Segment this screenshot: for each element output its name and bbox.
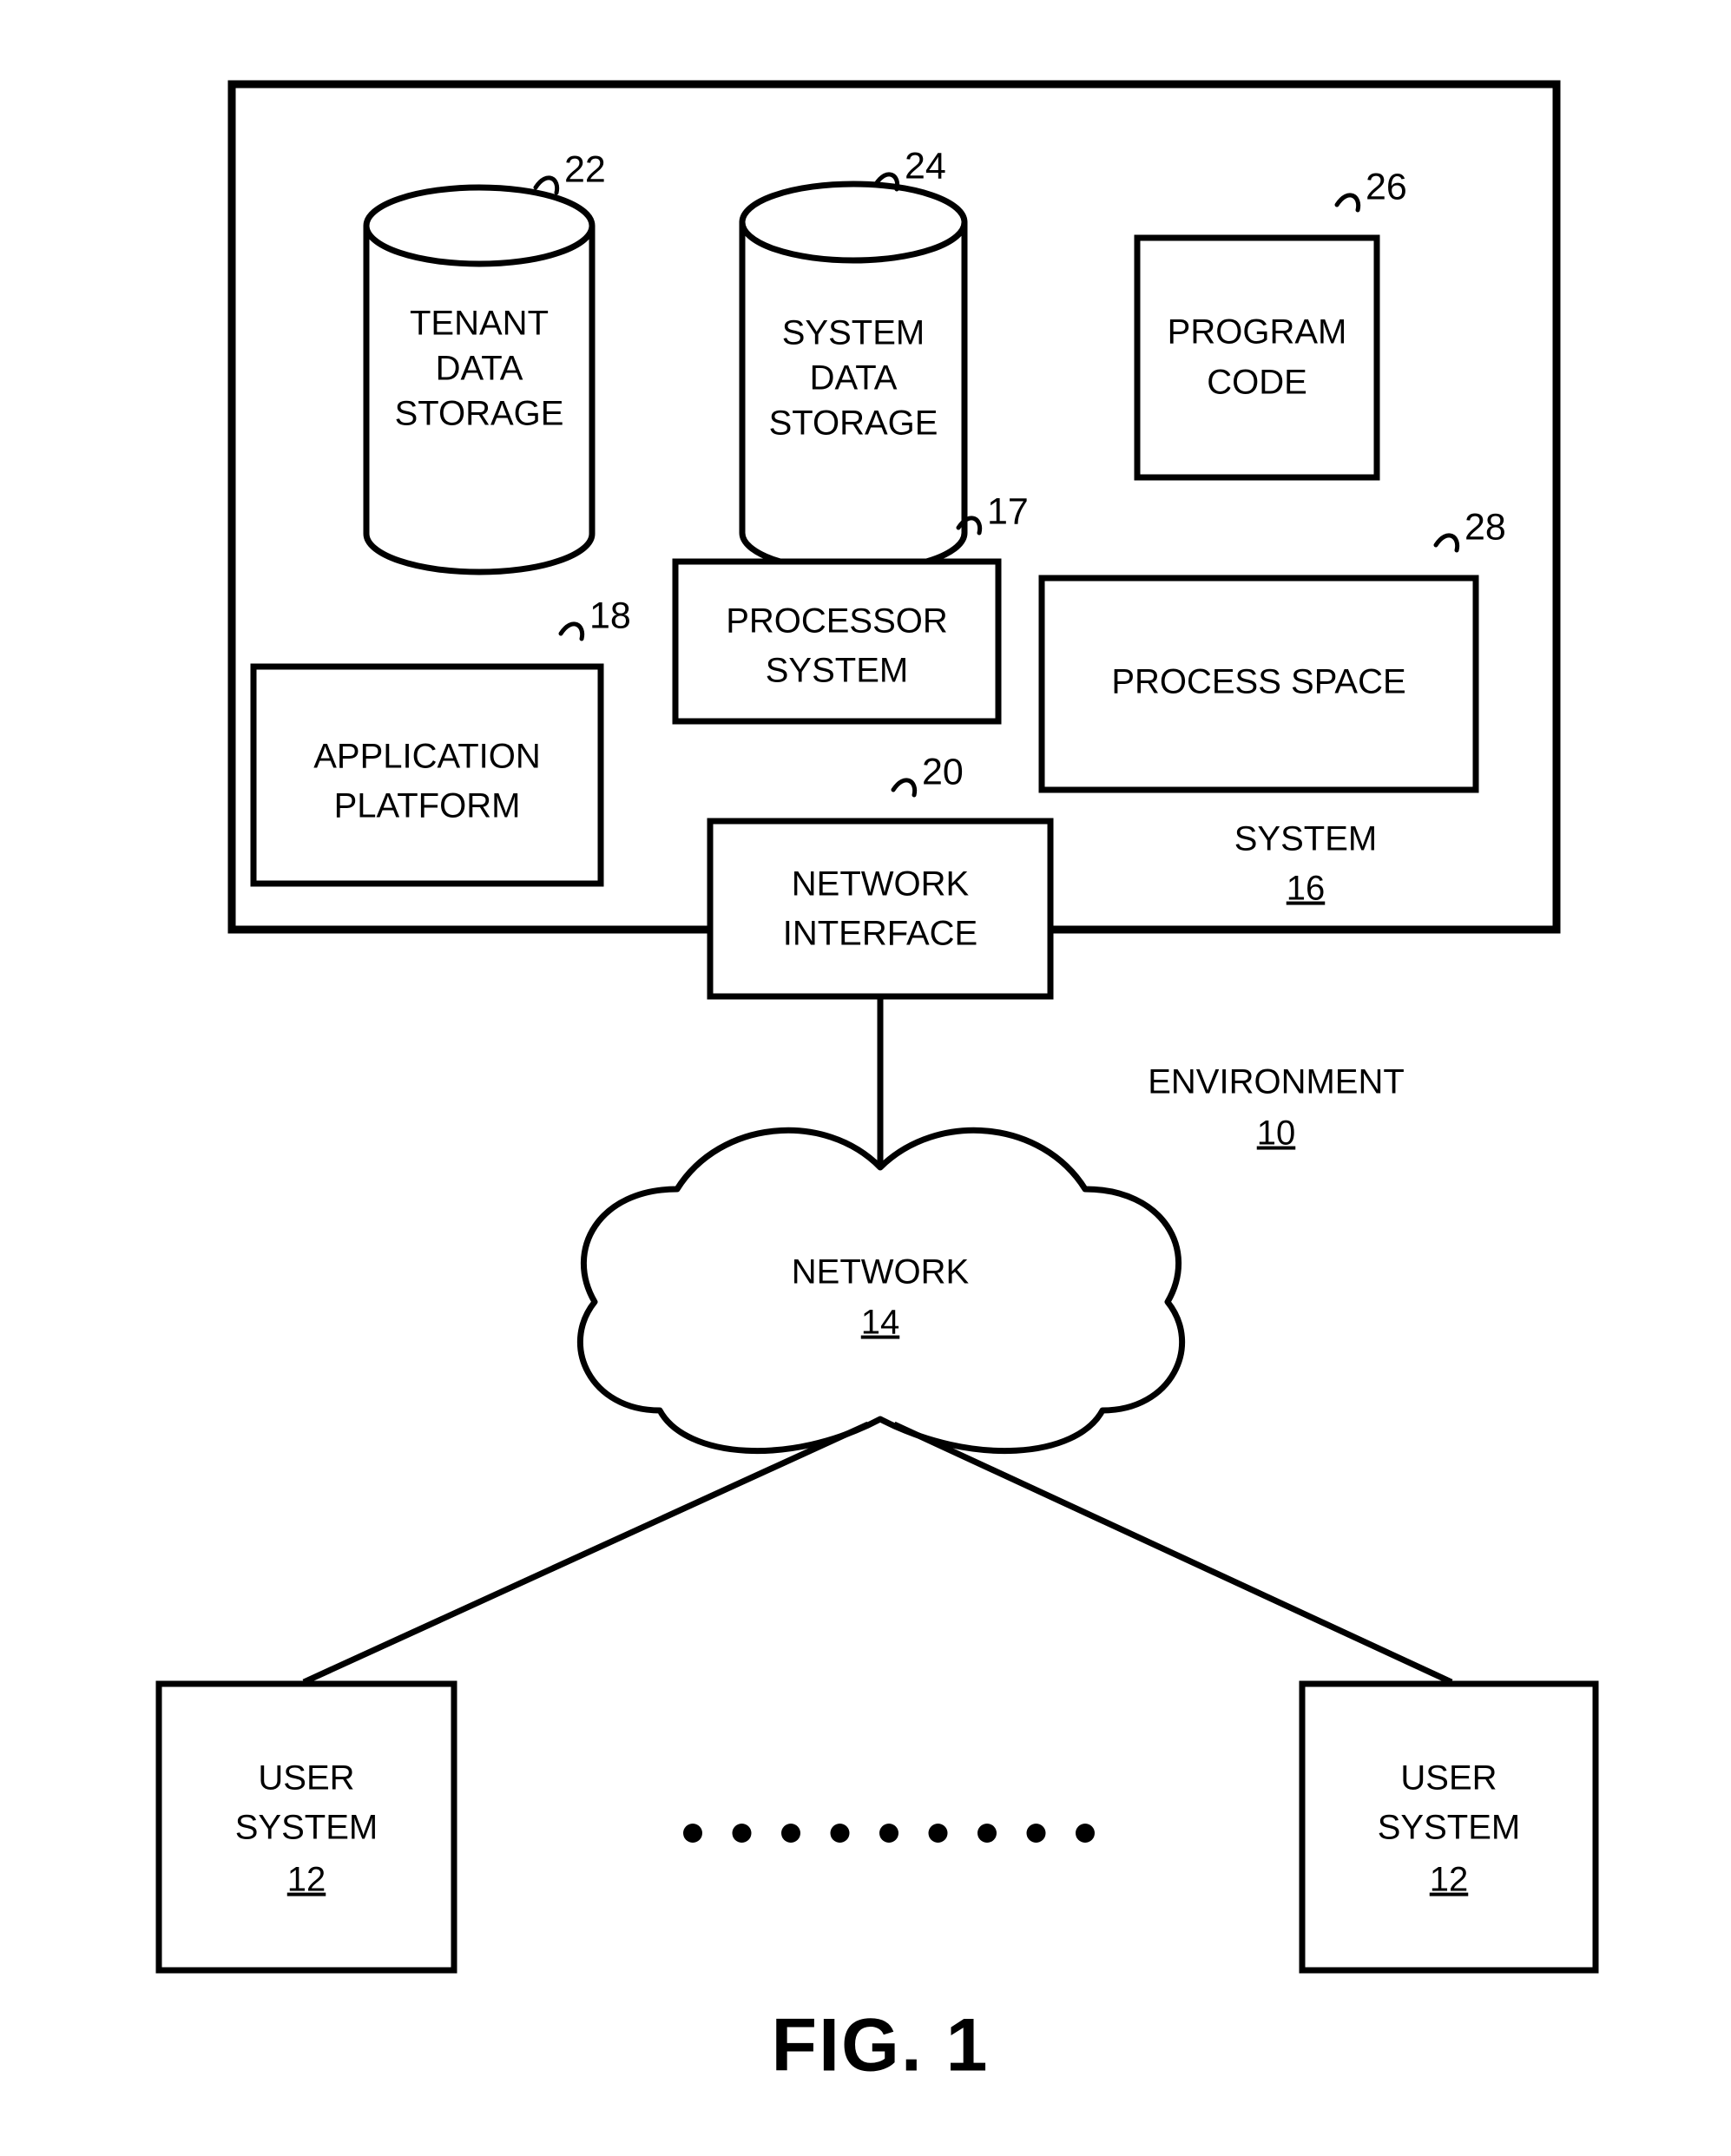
network-cloud-ref: 14 xyxy=(861,1304,900,1342)
application-platform-ref: 18 xyxy=(589,595,631,636)
ellipsis-dot xyxy=(879,1824,898,1843)
user-system-left-ref: 12 xyxy=(287,1861,326,1899)
ellipsis-dot xyxy=(781,1824,800,1843)
ellipsis-dot xyxy=(1026,1824,1046,1843)
tenant-data-storage-label-line3: STORAGE xyxy=(395,395,564,433)
process-space-ref: 28 xyxy=(1464,506,1506,548)
patent-figure-1: 22 TENANT DATA STORAGE 24 SYSTEM DATA ST… xyxy=(0,0,1731,2156)
user-system-right-node: USER SYSTEM 12 xyxy=(1299,1680,1599,1974)
program-code-label-line1: PROGRAM xyxy=(1168,313,1347,352)
tenant-data-storage-label-line2: DATA xyxy=(436,350,523,388)
program-code-ref: 26 xyxy=(1366,166,1407,207)
program-code-label-line2: CODE xyxy=(1207,364,1307,402)
user-system-left-label-line2: SYSTEM xyxy=(235,1809,378,1847)
environment-ref: 10 xyxy=(1257,1114,1296,1153)
system-data-storage-label-line3: STORAGE xyxy=(769,404,938,443)
system-data-storage-node: 24 SYSTEM DATA STORAGE xyxy=(739,145,968,575)
ellipsis-dot xyxy=(928,1824,948,1843)
system-data-storage-ref: 24 xyxy=(905,145,946,187)
ellipsis-dot xyxy=(977,1824,997,1843)
tenant-data-storage-cylinder-top xyxy=(363,184,596,267)
user-system-right-label-line2: SYSTEM xyxy=(1378,1809,1520,1847)
process-space-label-line1: PROCESS SPACE xyxy=(1111,663,1405,701)
figure-canvas: 22 TENANT DATA STORAGE 24 SYSTEM DATA ST… xyxy=(155,80,1599,2087)
processor-system-label-line2: SYSTEM xyxy=(766,652,908,690)
network-interface-label-line1: NETWORK xyxy=(792,865,970,904)
processor-system-ref: 17 xyxy=(987,490,1029,532)
user-system-left-label-line1: USER xyxy=(258,1759,354,1798)
system-data-storage-label-line2: DATA xyxy=(810,359,898,398)
system-data-storage-label-line1: SYSTEM xyxy=(782,314,925,352)
network-interface-leader xyxy=(891,778,918,798)
ellipsis-dot xyxy=(830,1824,850,1843)
program-code-node: 26 PROGRAM CODE xyxy=(1134,166,1407,481)
program-code-leader xyxy=(1334,193,1361,213)
user-system-right-label-line1: USER xyxy=(1400,1759,1497,1798)
application-platform-leader xyxy=(558,621,585,641)
application-platform-label-line2: PLATFORM xyxy=(334,787,521,825)
system-label-group: SYSTEM 16 xyxy=(1234,820,1377,908)
cloud-to-user-system-left-link xyxy=(302,1421,870,1686)
system-data-storage-cylinder-top xyxy=(739,181,968,264)
system-label: SYSTEM xyxy=(1234,820,1377,858)
network-interface-box xyxy=(707,818,1054,1000)
processor-system-label-line1: PROCESSOR xyxy=(726,602,948,641)
network-interface-node: 20 NETWORK INTERFACE xyxy=(707,751,1054,1000)
user-system-left-node: USER SYSTEM 12 xyxy=(155,1680,457,1974)
application-platform-node: 18 APPLICATION PLATFORM xyxy=(250,595,631,887)
user-system-right-ref: 12 xyxy=(1430,1861,1469,1899)
ellipsis-dot xyxy=(732,1824,752,1843)
program-code-box xyxy=(1134,234,1380,481)
cloud-to-user-system-right-link xyxy=(892,1421,1453,1686)
processor-system-box xyxy=(672,558,1002,725)
ellipsis-dot xyxy=(1076,1824,1095,1843)
ellipsis-dot xyxy=(683,1824,702,1843)
figure-caption: FIG. 1 xyxy=(772,2004,990,2087)
environment-label: ENVIRONMENT xyxy=(1148,1063,1405,1101)
network-interface-label-line2: INTERFACE xyxy=(783,915,977,953)
process-space-leader xyxy=(1433,533,1460,553)
user-systems-ellipsis xyxy=(683,1824,1095,1843)
environment-label-group: ENVIRONMENT 10 xyxy=(1148,1063,1405,1153)
process-space-node: 28 PROCESS SPACE xyxy=(1038,506,1506,793)
network-interface-ref: 20 xyxy=(922,751,964,792)
application-platform-label-line1: APPLICATION xyxy=(313,738,541,776)
network-cloud-label: NETWORK xyxy=(792,1253,970,1292)
network-cloud-node: NETWORK 14 xyxy=(577,1127,1185,1455)
tenant-data-storage-node: 22 TENANT DATA STORAGE xyxy=(363,148,606,575)
tenant-data-storage-label-line1: TENANT xyxy=(410,305,549,343)
tenant-data-storage-ref: 22 xyxy=(564,148,606,190)
system-ref: 16 xyxy=(1287,870,1326,908)
